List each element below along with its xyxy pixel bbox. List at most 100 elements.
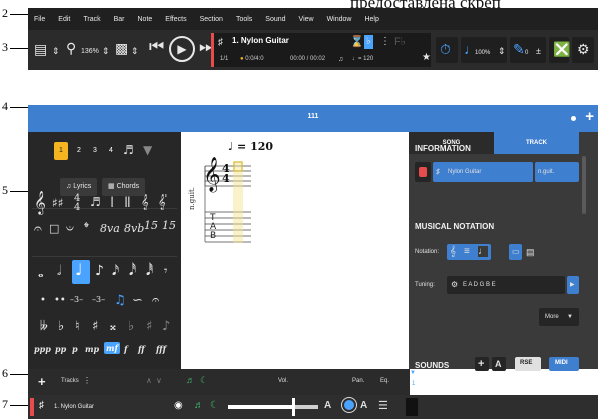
more-button[interactable]: More ▼	[539, 308, 579, 326]
standard-notation-icon[interactable]: 𝄞	[450, 246, 456, 257]
menu-track[interactable]: Track	[83, 16, 100, 23]
pan-automation-icon[interactable]: A	[360, 400, 367, 411]
sound-box[interactable]: ❎	[549, 37, 570, 63]
screen-mode-stepper-icon[interactable]: ⇕	[131, 44, 139, 58]
tab-notation-icon[interactable]: ≡	[464, 246, 470, 257]
half-note-icon[interactable]: 𝅗𝅥	[57, 264, 61, 278]
countdown-box[interactable]: ⏱	[436, 37, 458, 63]
track-name-field[interactable]: ♯ Nylon Guitar	[433, 162, 533, 182]
pan-knob[interactable]	[341, 397, 357, 413]
dynamic-pp[interactable]: pp	[55, 344, 66, 354]
quindicesima-mb-icon[interactable]: 15	[162, 220, 176, 231]
add-tab-icon[interactable]: +	[585, 108, 594, 125]
tuning-next-button[interactable]: ▶	[567, 276, 579, 294]
whole-note-icon[interactable]: 𝅝	[38, 266, 44, 280]
equalizer-icon[interactable]: ☰	[378, 399, 388, 412]
collapse-icon[interactable]: ∧	[146, 376, 152, 385]
thirty-second-note-icon[interactable]: 𝅘𝅥𝅰	[129, 264, 136, 278]
inspector-scrollbar[interactable]	[582, 156, 586, 214]
menu-note[interactable]: Note	[138, 16, 153, 23]
speed-value[interactable]: 100%	[475, 46, 490, 60]
slash-notation-icon[interactable]: ♩	[478, 246, 488, 257]
speaker-wave-icon[interactable]: ❎	[553, 42, 570, 56]
tracks-menu-icon[interactable]: ⋮	[83, 376, 91, 385]
double-sharp-icon[interactable]: 𝄪	[110, 320, 116, 333]
double-flat-icon[interactable]: 𝄫	[40, 320, 48, 333]
tuplet-icon[interactable]: –3–	[92, 296, 105, 304]
voice-3-button[interactable]: 3	[88, 142, 102, 160]
zoom-stepper-icon[interactable]: ⇕	[102, 44, 110, 58]
hourglass-icon[interactable]: ⌛	[350, 35, 364, 49]
dynamic-ff[interactable]: ff	[138, 344, 145, 354]
repeat-two-icon[interactable]: 𝄟	[158, 196, 167, 209]
slur-icon[interactable]: ∽	[132, 294, 143, 307]
menu-edit[interactable]: Edit	[58, 16, 70, 23]
key-signature-tool-icon[interactable]: ♯♯	[52, 197, 64, 209]
repeat-one-icon[interactable]: 𝄞	[141, 196, 149, 209]
rse-button[interactable]: RSE	[515, 357, 541, 371]
voice-1-button[interactable]: 1	[54, 142, 68, 160]
menu-tools[interactable]: Tools	[236, 16, 252, 23]
triplet-feel-icon[interactable]: ♬	[90, 196, 101, 208]
view-option-1[interactable]: ▭	[509, 244, 522, 260]
guitar-tool-box[interactable]: ⚙	[572, 37, 594, 63]
go-to-start-icon[interactable]: ⏮	[149, 38, 164, 55]
speed-box[interactable]: ♩ 100% ⇕	[461, 37, 507, 63]
dynamic-ppp[interactable]: ppp	[34, 344, 51, 354]
dynamic-mf[interactable]: mf	[104, 342, 120, 354]
visibility-eye-icon[interactable]: ◉	[174, 400, 183, 411]
speed-stepper-icon[interactable]: ⇕	[498, 44, 506, 58]
clef-icon[interactable]: 𝄞	[34, 192, 46, 212]
quarter-note-icon[interactable]: ♩	[75, 262, 83, 278]
volume-handle[interactable]	[291, 398, 295, 416]
quindicesima-ma-icon[interactable]: 15	[144, 220, 158, 231]
ottava-8va-icon[interactable]: 8va	[100, 223, 120, 234]
add-track-icon[interactable]: +	[38, 374, 46, 389]
voice-4-button[interactable]: 4	[104, 142, 118, 160]
track-row-name[interactable]: 1. Nylon Guitar	[54, 404, 94, 410]
document-tab-title[interactable]: 111	[28, 113, 598, 120]
sixty-fourth-note-icon[interactable]: 𝅘𝅥𝅱	[146, 264, 153, 278]
bar-line-icon[interactable]: ǀ	[110, 196, 114, 210]
repeat-open-icon[interactable]: 𝄐	[34, 222, 42, 236]
tuner-icon[interactable]: ♭	[364, 35, 373, 49]
add-sound-button[interactable]: +	[475, 357, 489, 371]
double-bar-icon[interactable]: ǁ	[124, 196, 131, 210]
menu-window[interactable]: Window	[327, 16, 352, 23]
coda-icon[interactable]: 𝄌	[84, 221, 89, 235]
dropdown-arrow-icon[interactable]: ⇕	[52, 44, 60, 58]
sharp-icon[interactable]: ♯	[92, 320, 98, 333]
midi-button[interactable]: MIDI	[549, 357, 579, 371]
time-signature-tool-icon[interactable]: 44	[74, 194, 80, 213]
dynamic-mp[interactable]: mp	[85, 344, 99, 354]
zoom-icon[interactable]: ⚲	[66, 41, 76, 55]
current-track-name[interactable]: 1. Nylon Guitar	[232, 36, 289, 45]
pitch-value[interactable]: 0	[525, 46, 528, 60]
eighth-note-icon[interactable]: ♪	[95, 264, 104, 278]
page-layout-icon[interactable]: ▤	[34, 42, 47, 56]
pitch-box[interactable]: ✎ 0 ±	[510, 37, 546, 63]
chords-button[interactable]: ▦ Chords	[102, 178, 146, 196]
volume-slider[interactable]	[228, 398, 318, 416]
play-icon[interactable]: ▶	[169, 36, 195, 62]
natural-icon[interactable]: ♮	[75, 320, 80, 333]
courtesy-flat-icon[interactable]: ♭	[128, 320, 134, 333]
grace-note-icon[interactable]: ♪	[162, 320, 170, 333]
speaker-icon[interactable]: ♬	[186, 375, 195, 385]
guitar-tool-icon[interactable]: ⚙	[577, 42, 590, 56]
tab-track[interactable]: TRACK	[494, 132, 579, 154]
menu-bar-item[interactable]: Bar	[114, 16, 125, 23]
menu-view[interactable]: View	[299, 16, 314, 23]
dotted-icon[interactable]: •	[40, 296, 46, 306]
volume-automation-icon[interactable]: A	[324, 400, 331, 411]
bar-cell[interactable]	[406, 398, 418, 416]
filter-icon[interactable]: ▼	[143, 144, 152, 156]
pitch-stepper-icon[interactable]: ±	[536, 44, 541, 58]
track-short-name-field[interactable]: n.guit.	[535, 162, 579, 182]
countdown-icon[interactable]: ⏱	[440, 42, 451, 56]
voice-2-button[interactable]: 2	[72, 142, 86, 160]
sixteenth-note-icon[interactable]: 𝅘𝅥𝅯	[112, 264, 119, 278]
menu-help[interactable]: Help	[364, 16, 378, 23]
rest-icon[interactable]: 𝄾	[164, 265, 167, 278]
metronome-icon[interactable]: ★	[422, 51, 431, 65]
